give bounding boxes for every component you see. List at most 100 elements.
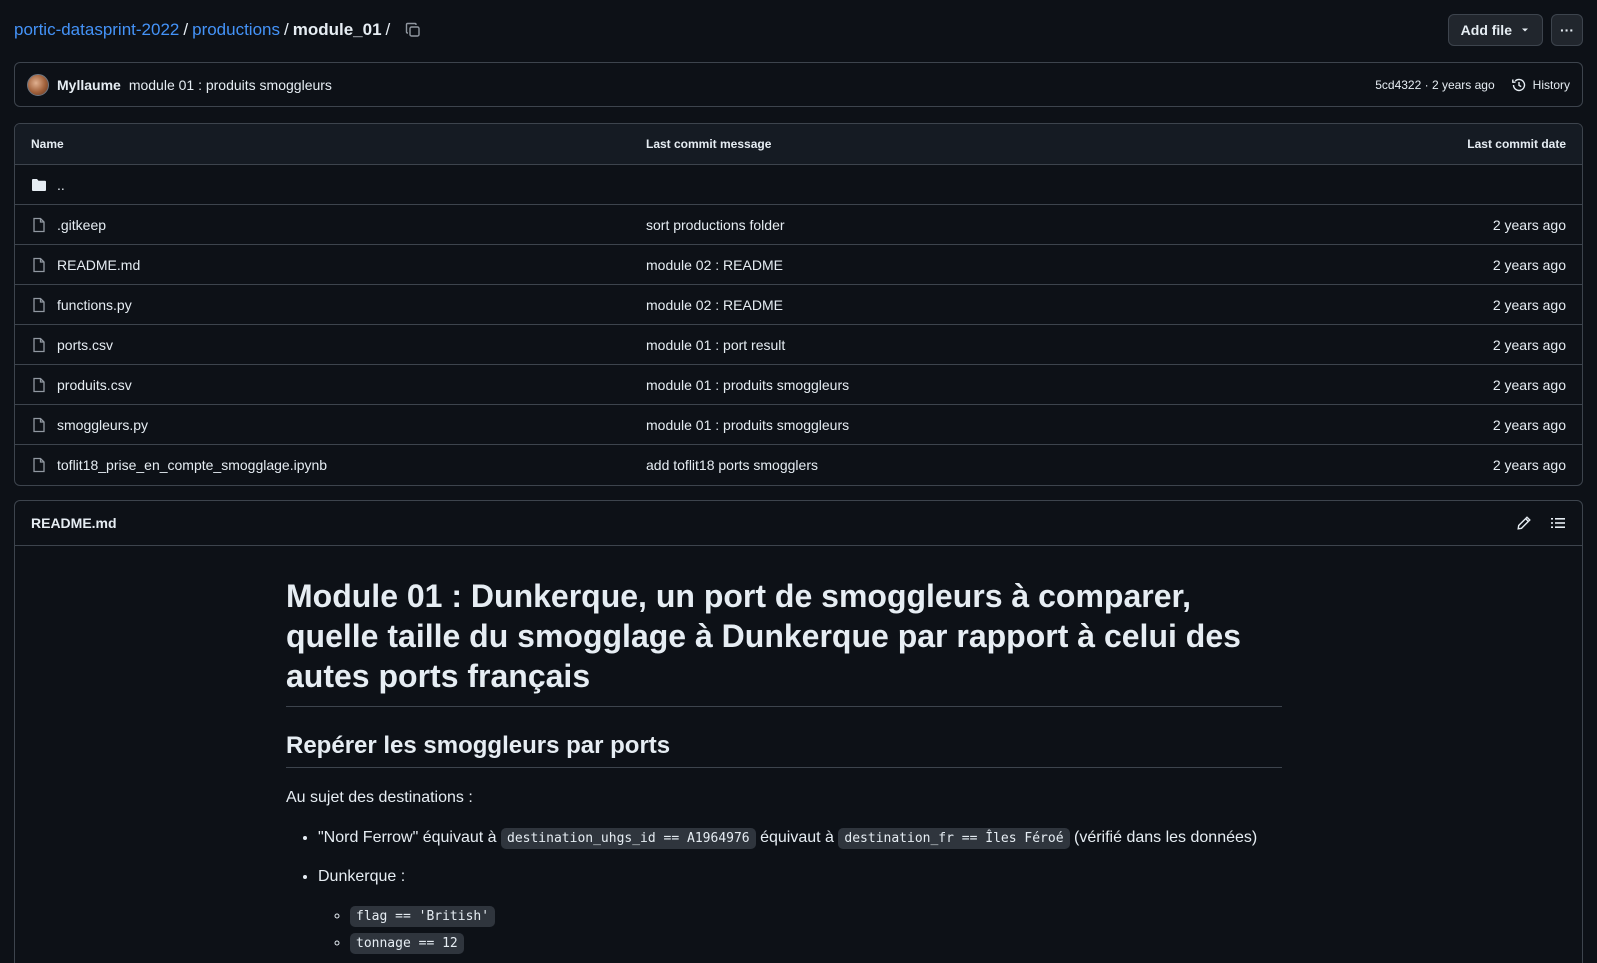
list-item-text: (vérifié dans les données) <box>1074 829 1258 846</box>
readme-heading-2: Repérer les smoggleurs par ports <box>286 731 1282 768</box>
list-item-text: Dunkerque : <box>318 868 406 885</box>
column-header-message: Last commit message <box>646 137 772 151</box>
file-table: Name Last commit message Last commit dat… <box>14 123 1583 486</box>
readme-tools <box>1516 515 1566 531</box>
history-icon <box>1511 77 1527 93</box>
file-row[interactable]: functions.py module 02 : README 2 years ag… <box>15 285 1582 325</box>
file-name-cell: toflit18_prise_en_compte_smogglage.ipynb <box>31 457 646 473</box>
commit-message-cell[interactable]: sort productions folder <box>646 217 1366 233</box>
file-name-cell: README.md <box>31 257 646 273</box>
nested-list-item: tonnage == 12 <box>350 932 1282 955</box>
file-icon <box>31 377 47 393</box>
readme-paragraph: Au sujet des destinations : <box>286 789 473 806</box>
history-label: History <box>1532 77 1570 92</box>
readme-panel: README.md Module 01 : Dunkerque, un port… <box>14 500 1583 963</box>
file-icon <box>31 457 47 473</box>
file-icon <box>31 257 47 273</box>
parent-directory-row[interactable]: .. <box>15 165 1582 205</box>
file-name-link[interactable]: toflit18_prise_en_compte_smogglage.ipynb <box>57 457 327 473</box>
readme-content: Module 01 : Dunkerque, un port de smoggl… <box>286 546 1282 955</box>
file-row[interactable]: toflit18_prise_en_compte_smogglage.ipynb… <box>15 445 1582 485</box>
commit-date-cell: 2 years ago <box>1492 457 1566 473</box>
breadcrumb-separator: / <box>284 20 289 39</box>
more-options-button[interactable]: ··· <box>1551 14 1583 46</box>
file-icon <box>31 417 47 433</box>
nested-list-item: flag == 'British' <box>350 905 1282 928</box>
readme-header: README.md <box>15 501 1582 546</box>
file-icon <box>31 217 47 233</box>
copy-path-icon[interactable] <box>404 21 422 39</box>
commit-message-cell[interactable]: add toflit18 ports smogglers <box>646 457 1366 473</box>
list-item-text: "Nord Ferrow" équivaut à <box>318 829 497 846</box>
commit-sha-link[interactable]: 5cd4322 · 2 years ago <box>1375 78 1494 92</box>
commit-date-cell: 2 years ago <box>1492 216 1566 233</box>
top-bar: portic-datasprint-2022 / productions / m… <box>14 14 1583 46</box>
breadcrumb-folder-link[interactable]: productions <box>192 20 280 40</box>
file-name-link[interactable]: produits.csv <box>57 377 132 393</box>
commit-message-cell[interactable]: module 01 : port result <box>646 337 1366 353</box>
breadcrumb: portic-datasprint-2022 / productions / m… <box>14 20 422 40</box>
file-name-cell: functions.py <box>31 297 646 313</box>
file-rows: .gitkeep sort productions folder 2 years a… <box>15 205 1582 485</box>
outline-list-icon[interactable] <box>1550 515 1566 531</box>
file-row[interactable]: .gitkeep sort productions folder 2 years a… <box>15 205 1582 245</box>
readme-title[interactable]: README.md <box>31 515 117 531</box>
kebab-horizontal-icon: ··· <box>1560 22 1574 38</box>
inline-code: destination_uhgs_id == A1964976 <box>501 828 756 849</box>
folder-icon <box>31 177 47 193</box>
commit-date-cell: 2 years ago <box>1492 296 1566 313</box>
breadcrumb-repo-link[interactable]: portic-datasprint-2022 <box>14 20 179 40</box>
readme-list: "Nord Ferrow" équivaut à destination_uhg… <box>318 826 1282 955</box>
commit-date-cell: 2 years ago <box>1492 376 1566 393</box>
breadcrumb-separator: / <box>385 20 391 39</box>
list-item: "Nord Ferrow" équivaut à destination_uhg… <box>318 826 1282 851</box>
file-name-link[interactable]: functions.py <box>57 297 132 313</box>
list-item-text: équivaut à <box>760 829 834 846</box>
file-name-cell: smoggleurs.py <box>31 417 646 433</box>
breadcrumb-current: module_01 <box>292 20 382 39</box>
file-name-cell: produits.csv <box>31 377 646 393</box>
add-file-label: Add file <box>1460 22 1512 38</box>
file-name-cell: .gitkeep <box>31 217 646 233</box>
history-link[interactable]: History <box>1511 77 1570 93</box>
commit-date-cell: 2 years ago <box>1492 336 1566 353</box>
commit-date-cell: 2 years ago <box>1492 416 1566 433</box>
file-row[interactable]: README.md module 02 : README 2 years ago <box>15 245 1582 285</box>
commit-author-link[interactable]: Myllaume <box>57 77 121 93</box>
commit-message-cell[interactable]: module 01 : produits smoggleurs <box>646 417 1366 433</box>
file-table-header: Name Last commit message Last commit dat… <box>15 124 1582 165</box>
parent-directory-cell: .. <box>31 177 646 193</box>
commit-date-cell: 2 years ago <box>1492 256 1566 273</box>
nested-list: flag == 'British' tonnage == 12 <box>350 905 1282 955</box>
pencil-icon[interactable] <box>1516 515 1532 531</box>
column-header-date: Last commit date <box>1467 137 1566 151</box>
file-icon <box>31 337 47 353</box>
commit-meta: 5cd4322 · 2 years ago History <box>1375 77 1570 93</box>
file-row[interactable]: ports.csv module 01 : port result 2 years … <box>15 325 1582 365</box>
file-name-link[interactable]: .gitkeep <box>57 217 106 233</box>
file-icon <box>31 297 47 313</box>
file-name-link[interactable]: README.md <box>57 257 140 273</box>
caret-down-icon <box>1520 25 1530 35</box>
add-file-button[interactable]: Add file <box>1447 14 1543 46</box>
readme-heading-1: Module 01 : Dunkerque, un port de smoggl… <box>286 576 1282 707</box>
parent-directory-label: .. <box>57 176 65 193</box>
latest-commit-bar: Myllaume module 01 : produits smoggleurs… <box>14 62 1583 107</box>
file-name-link[interactable]: ports.csv <box>57 337 113 353</box>
commit-message-cell[interactable]: module 02 : README <box>646 297 1366 313</box>
avatar[interactable] <box>27 73 49 96</box>
commit-message-cell[interactable]: module 01 : produits smoggleurs <box>646 377 1366 393</box>
file-row[interactable]: smoggleurs.py module 01 : produits smoggl… <box>15 405 1582 445</box>
file-row[interactable]: produits.csv module 01 : produits smoggle… <box>15 365 1582 405</box>
file-name-cell: ports.csv <box>31 337 646 353</box>
inline-code: flag == 'British' <box>350 906 496 927</box>
inline-code: destination_fr == Îles Féroé <box>838 828 1070 849</box>
column-header-name: Name <box>31 137 64 151</box>
file-name-link[interactable]: smoggleurs.py <box>57 417 148 433</box>
list-item: Dunkerque : flag == 'British' tonnage ==… <box>318 865 1282 955</box>
commit-message-link[interactable]: module 01 : produits smoggleurs <box>129 77 332 93</box>
breadcrumb-separator: / <box>183 20 189 39</box>
commit-message-cell[interactable]: module 02 : README <box>646 257 1366 273</box>
top-actions: Add file ··· <box>1447 14 1583 46</box>
inline-code: tonnage == 12 <box>350 933 464 954</box>
